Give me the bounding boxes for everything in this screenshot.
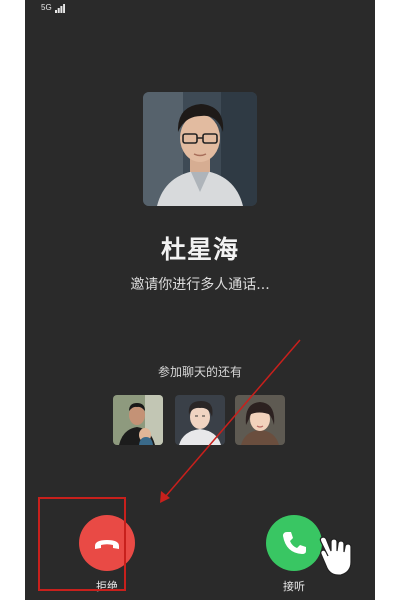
participant-avatar (175, 395, 225, 445)
invite-text: 邀请你进行多人通话... (130, 277, 270, 293)
hand-pointer-icon (319, 536, 352, 576)
caller-avatar (143, 92, 257, 206)
participant-avatar (235, 395, 285, 445)
other-participants-label: 参加聊天的还有 (157, 365, 242, 379)
participant-avatar (113, 395, 163, 445)
caller-name: 杜星海 (160, 235, 239, 264)
phone-icon (283, 532, 306, 554)
accept-label: 接听 (283, 580, 305, 593)
annotation-highlight-box (38, 497, 126, 591)
participant-list (113, 395, 293, 445)
accept-button[interactable] (266, 515, 322, 571)
signal-icon (55, 4, 65, 13)
network-label: 5G (41, 3, 52, 12)
